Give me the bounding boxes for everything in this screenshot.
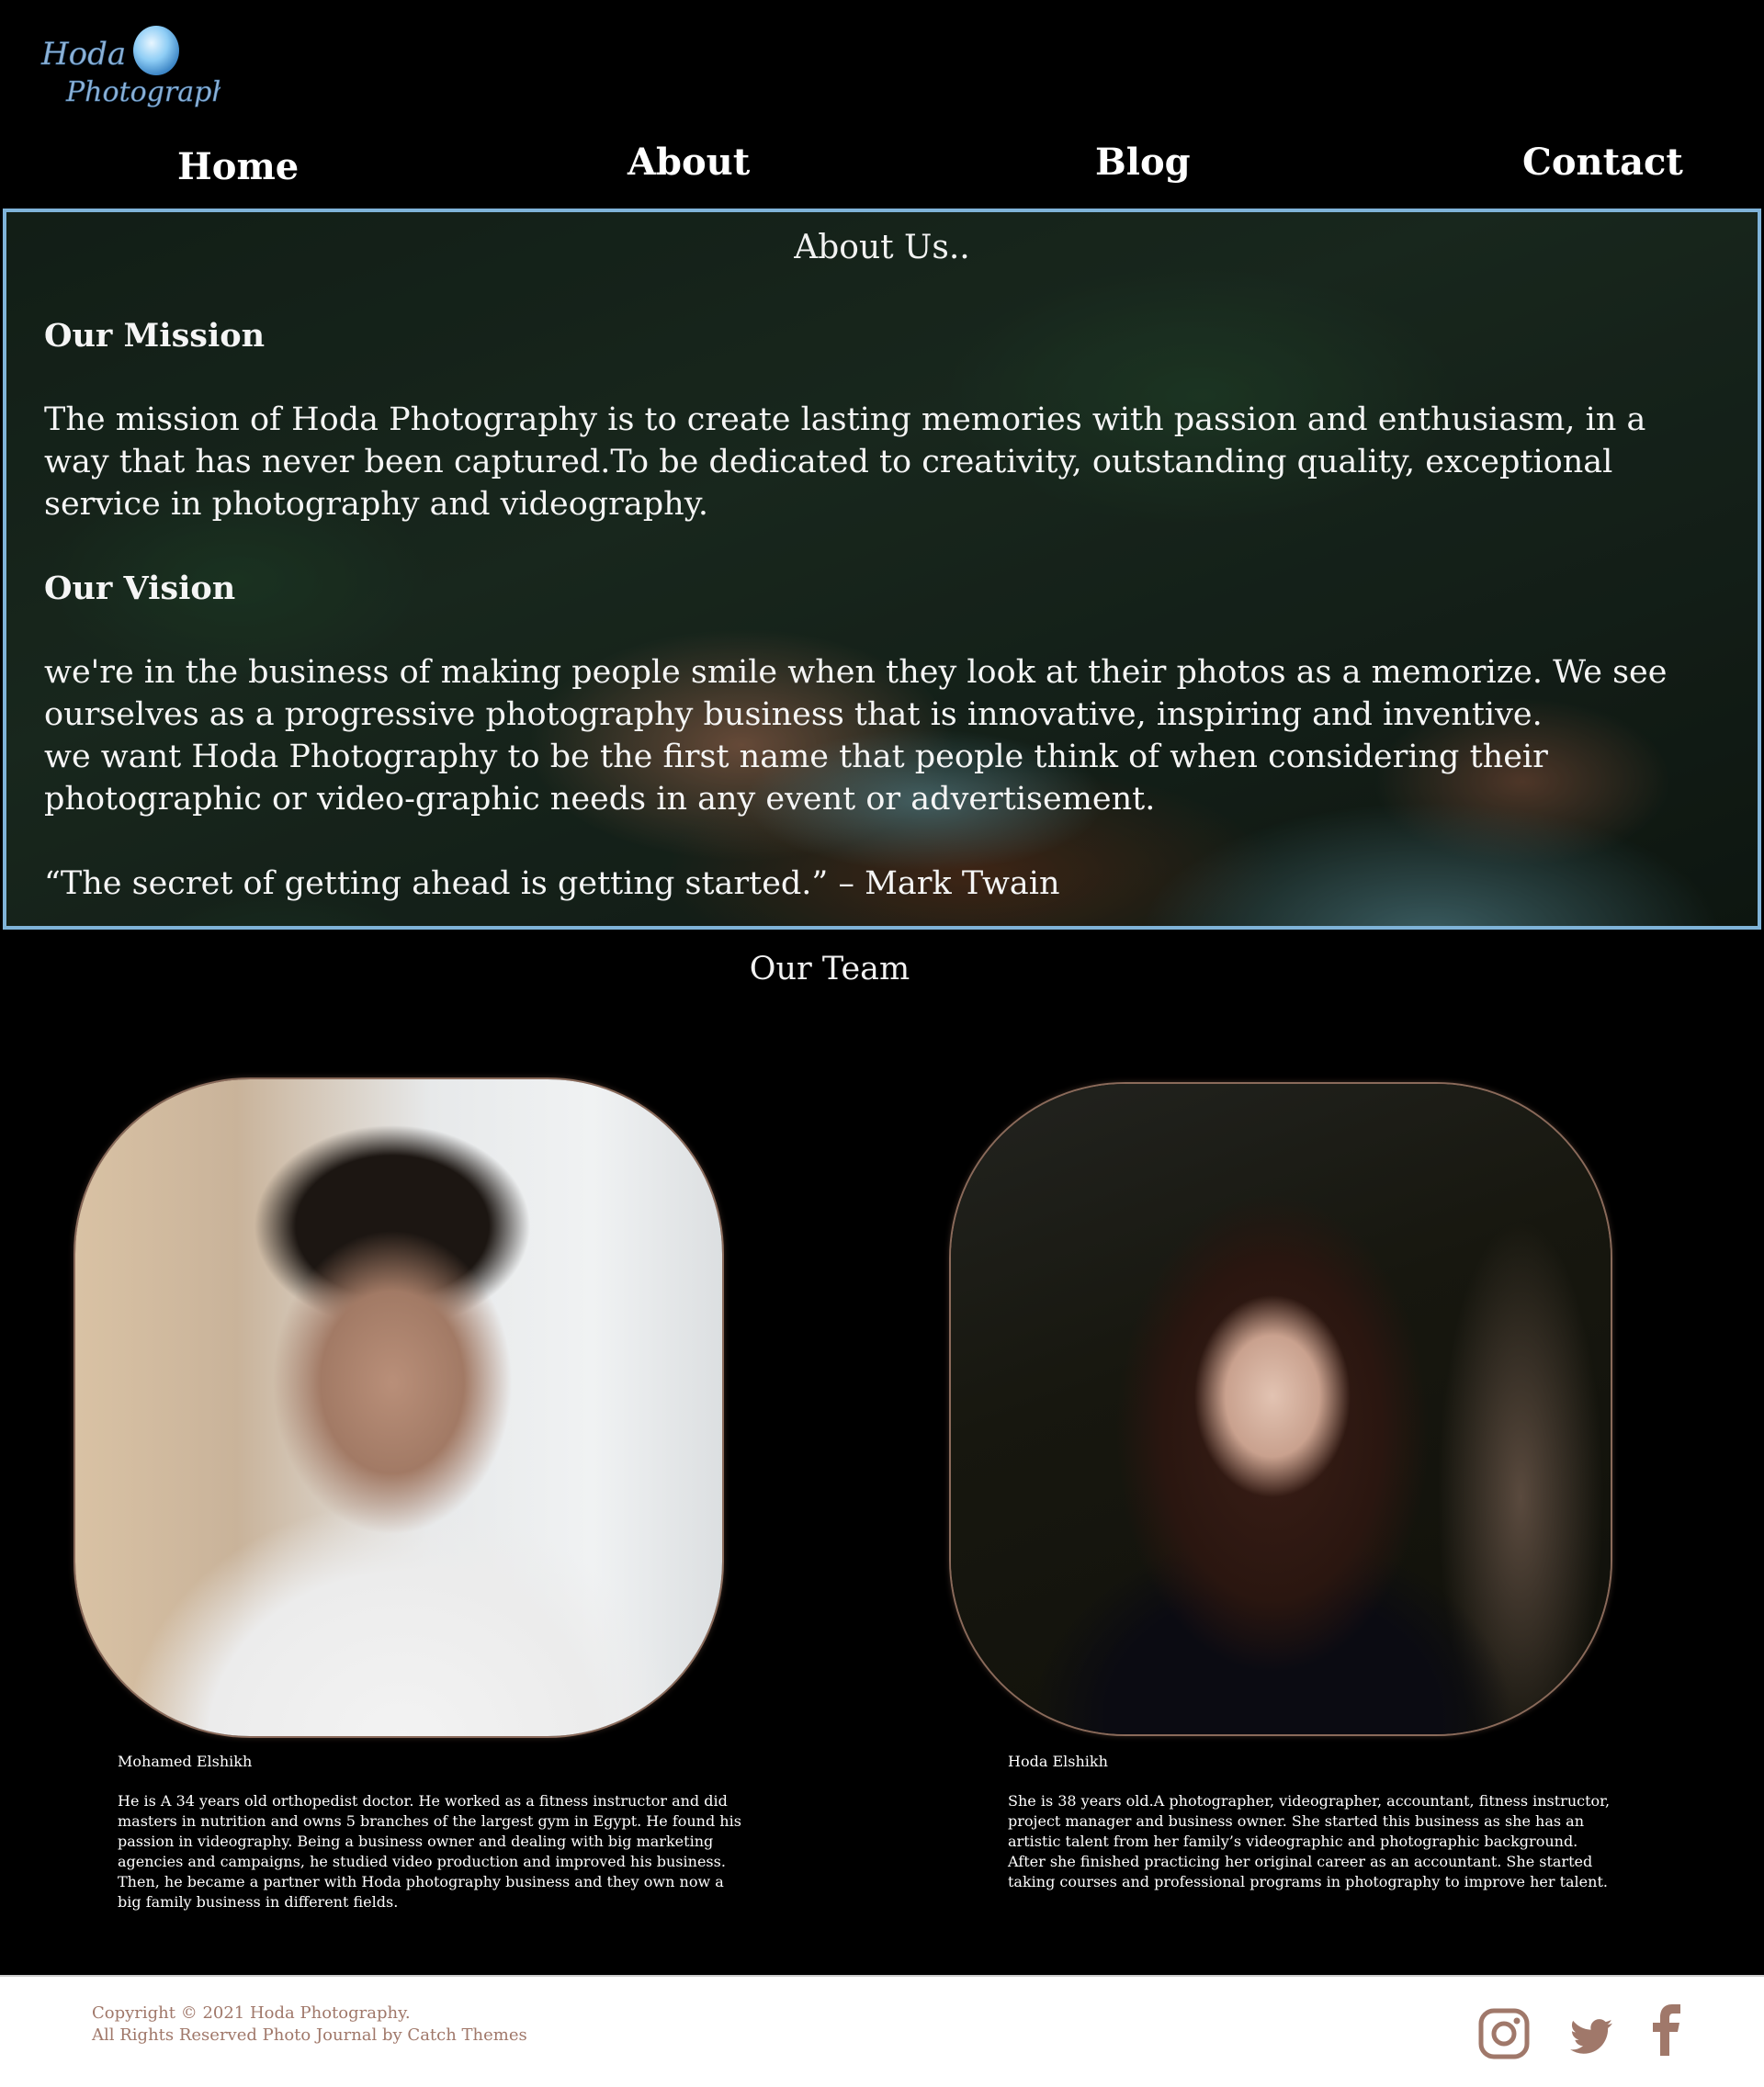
site-logo[interactable]: Hoda Photography [37, 18, 246, 119]
quote: “The secret of getting ahead is getting … [44, 865, 1060, 902]
team-photo-mohamed [75, 1079, 722, 1736]
copyright-text: Copyright © 2021 Hoda Photography. [92, 2003, 411, 2023]
logo-graphic: Hoda Photography [40, 26, 246, 108]
member-name: Hoda Elshikh [1008, 1753, 1108, 1770]
rights-text: All Rights Reserved Photo Journal by Cat… [92, 2025, 527, 2045]
team-title: Our Team [749, 951, 910, 987]
nav-contact[interactable]: Contact [1522, 141, 1683, 184]
footer-copyright: Copyright © 2021 Hoda Photography. All R… [92, 2002, 527, 2047]
facebook-glyph [1653, 2004, 1680, 2056]
svg-text:Photography: Photography [65, 76, 220, 108]
member-name: Mohamed Elshikh [118, 1753, 253, 1770]
team-photo-hoda [951, 1084, 1611, 1734]
main-nav: Home About Blog Contact [0, 138, 1764, 193]
twitter-glyph [1570, 2019, 1612, 2054]
nav-blog[interactable]: Blog [1095, 141, 1191, 184]
about-content: Our Mission The mission of Hoda Photogra… [44, 315, 1698, 926]
member-bio: She is 38 years old.A photographer, vide… [1008, 1792, 1611, 1890]
instagram-icon[interactable] [1476, 2006, 1532, 2061]
about-title: About Us.. [794, 229, 970, 266]
nav-about[interactable]: About [628, 141, 750, 184]
vision-text-2: we want Hoda Photography to be the first… [44, 739, 1548, 818]
nav-home[interactable]: Home [177, 145, 299, 188]
mission-heading: Our Mission [44, 317, 266, 355]
mission-text: The mission of Hoda Photography is to cr… [44, 401, 1646, 523]
facebook-icon[interactable] [1649, 2004, 1686, 2056]
vision-text: we're in the business of making people s… [44, 654, 1668, 733]
footer: Copyright © 2021 Hoda Photography. All R… [0, 1975, 1764, 2087]
twitter-icon[interactable] [1568, 2014, 1614, 2059]
vision-heading: Our Vision [44, 570, 236, 607]
about-section: About Us.. Our Mission The mission of Ho… [3, 209, 1761, 930]
svg-text:Hoda: Hoda [40, 36, 126, 73]
instagram-glyph [1478, 2008, 1530, 2059]
member-bio: He is A 34 years old orthopedist doctor.… [118, 1792, 741, 1911]
